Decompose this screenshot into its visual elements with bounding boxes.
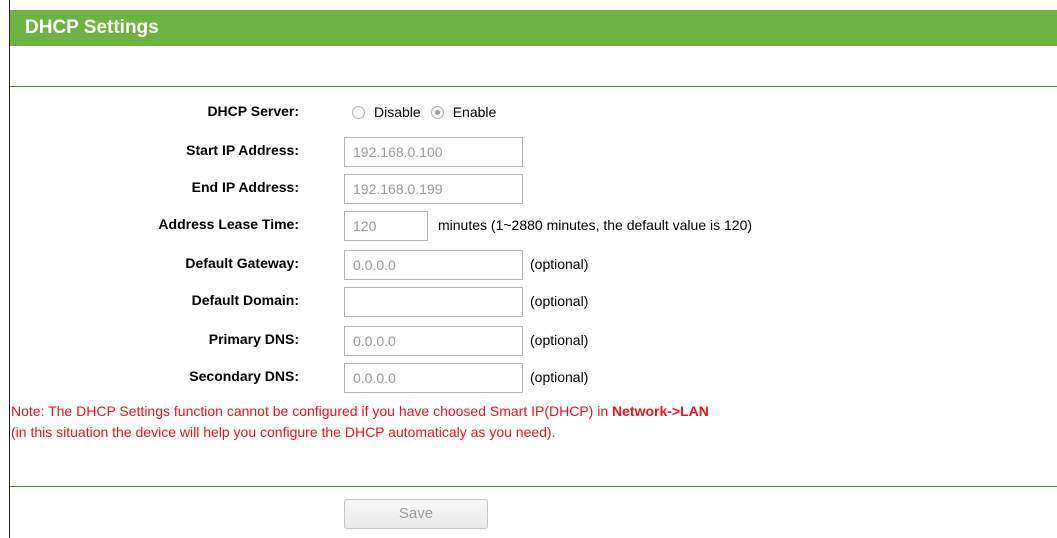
dhcp-disable-radio[interactable]: [352, 105, 365, 119]
gateway-label: Default Gateway:: [185, 255, 299, 271]
primary-dns-optional: (optional): [530, 332, 589, 348]
lease-time-input[interactable]: [344, 211, 428, 241]
start-ip-label: Start IP Address:: [186, 142, 299, 158]
primary-dns-label: Primary DNS:: [208, 331, 299, 347]
title-bar: DHCP Settings: [10, 10, 1057, 46]
domain-optional: (optional): [530, 293, 589, 309]
domain-input[interactable]: [344, 287, 523, 317]
dhcp-server-label: DHCP Server:: [207, 103, 299, 119]
domain-row: Default Domain: (optional): [0, 286, 1057, 317]
secondary-dns-optional: (optional): [530, 369, 589, 385]
gateway-row: Default Gateway: (optional): [0, 249, 1057, 280]
top-divider: [10, 86, 1057, 87]
note-line-1: Note: The DHCP Settings function cannot …: [11, 401, 709, 422]
domain-label: Default Domain:: [191, 292, 299, 308]
gateway-optional: (optional): [530, 256, 589, 272]
save-button[interactable]: Save: [344, 499, 488, 529]
bottom-divider: [10, 486, 1057, 487]
dhcp-server-radio-group: Disable Enable: [352, 97, 496, 127]
end-ip-label: End IP Address:: [191, 179, 299, 195]
secondary-dns-input[interactable]: [344, 363, 523, 393]
gateway-input[interactable]: [344, 250, 523, 280]
secondary-dns-label: Secondary DNS:: [189, 368, 299, 384]
note-line-2: (in this situation the device will help …: [11, 424, 556, 440]
lease-time-hint: minutes (1~2880 minutes, the default val…: [438, 217, 753, 233]
primary-dns-input[interactable]: [344, 326, 523, 356]
dhcp-server-row: DHCP Server: Disable Enable: [0, 97, 1057, 127]
page-title: DHCP Settings: [25, 17, 159, 38]
dhcp-note: Note: The DHCP Settings function cannot …: [11, 401, 709, 443]
start-ip-row: Start IP Address:: [0, 136, 1057, 167]
start-ip-input[interactable]: [344, 137, 523, 167]
lease-time-row: Address Lease Time: minutes (1~2880 minu…: [0, 210, 1057, 241]
network-lan-link[interactable]: Network->LAN: [612, 403, 709, 419]
dhcp-disable-label[interactable]: Disable: [374, 104, 421, 120]
secondary-dns-row: Secondary DNS: (optional): [0, 362, 1057, 393]
end-ip-input[interactable]: [344, 174, 523, 204]
lease-time-label: Address Lease Time:: [158, 216, 299, 232]
dhcp-enable-label[interactable]: Enable: [453, 104, 497, 120]
primary-dns-row: Primary DNS: (optional): [0, 325, 1057, 356]
end-ip-row: End IP Address:: [0, 173, 1057, 204]
dhcp-enable-radio[interactable]: [430, 105, 444, 119]
note-text: Note: The DHCP Settings function cannot …: [11, 403, 613, 419]
